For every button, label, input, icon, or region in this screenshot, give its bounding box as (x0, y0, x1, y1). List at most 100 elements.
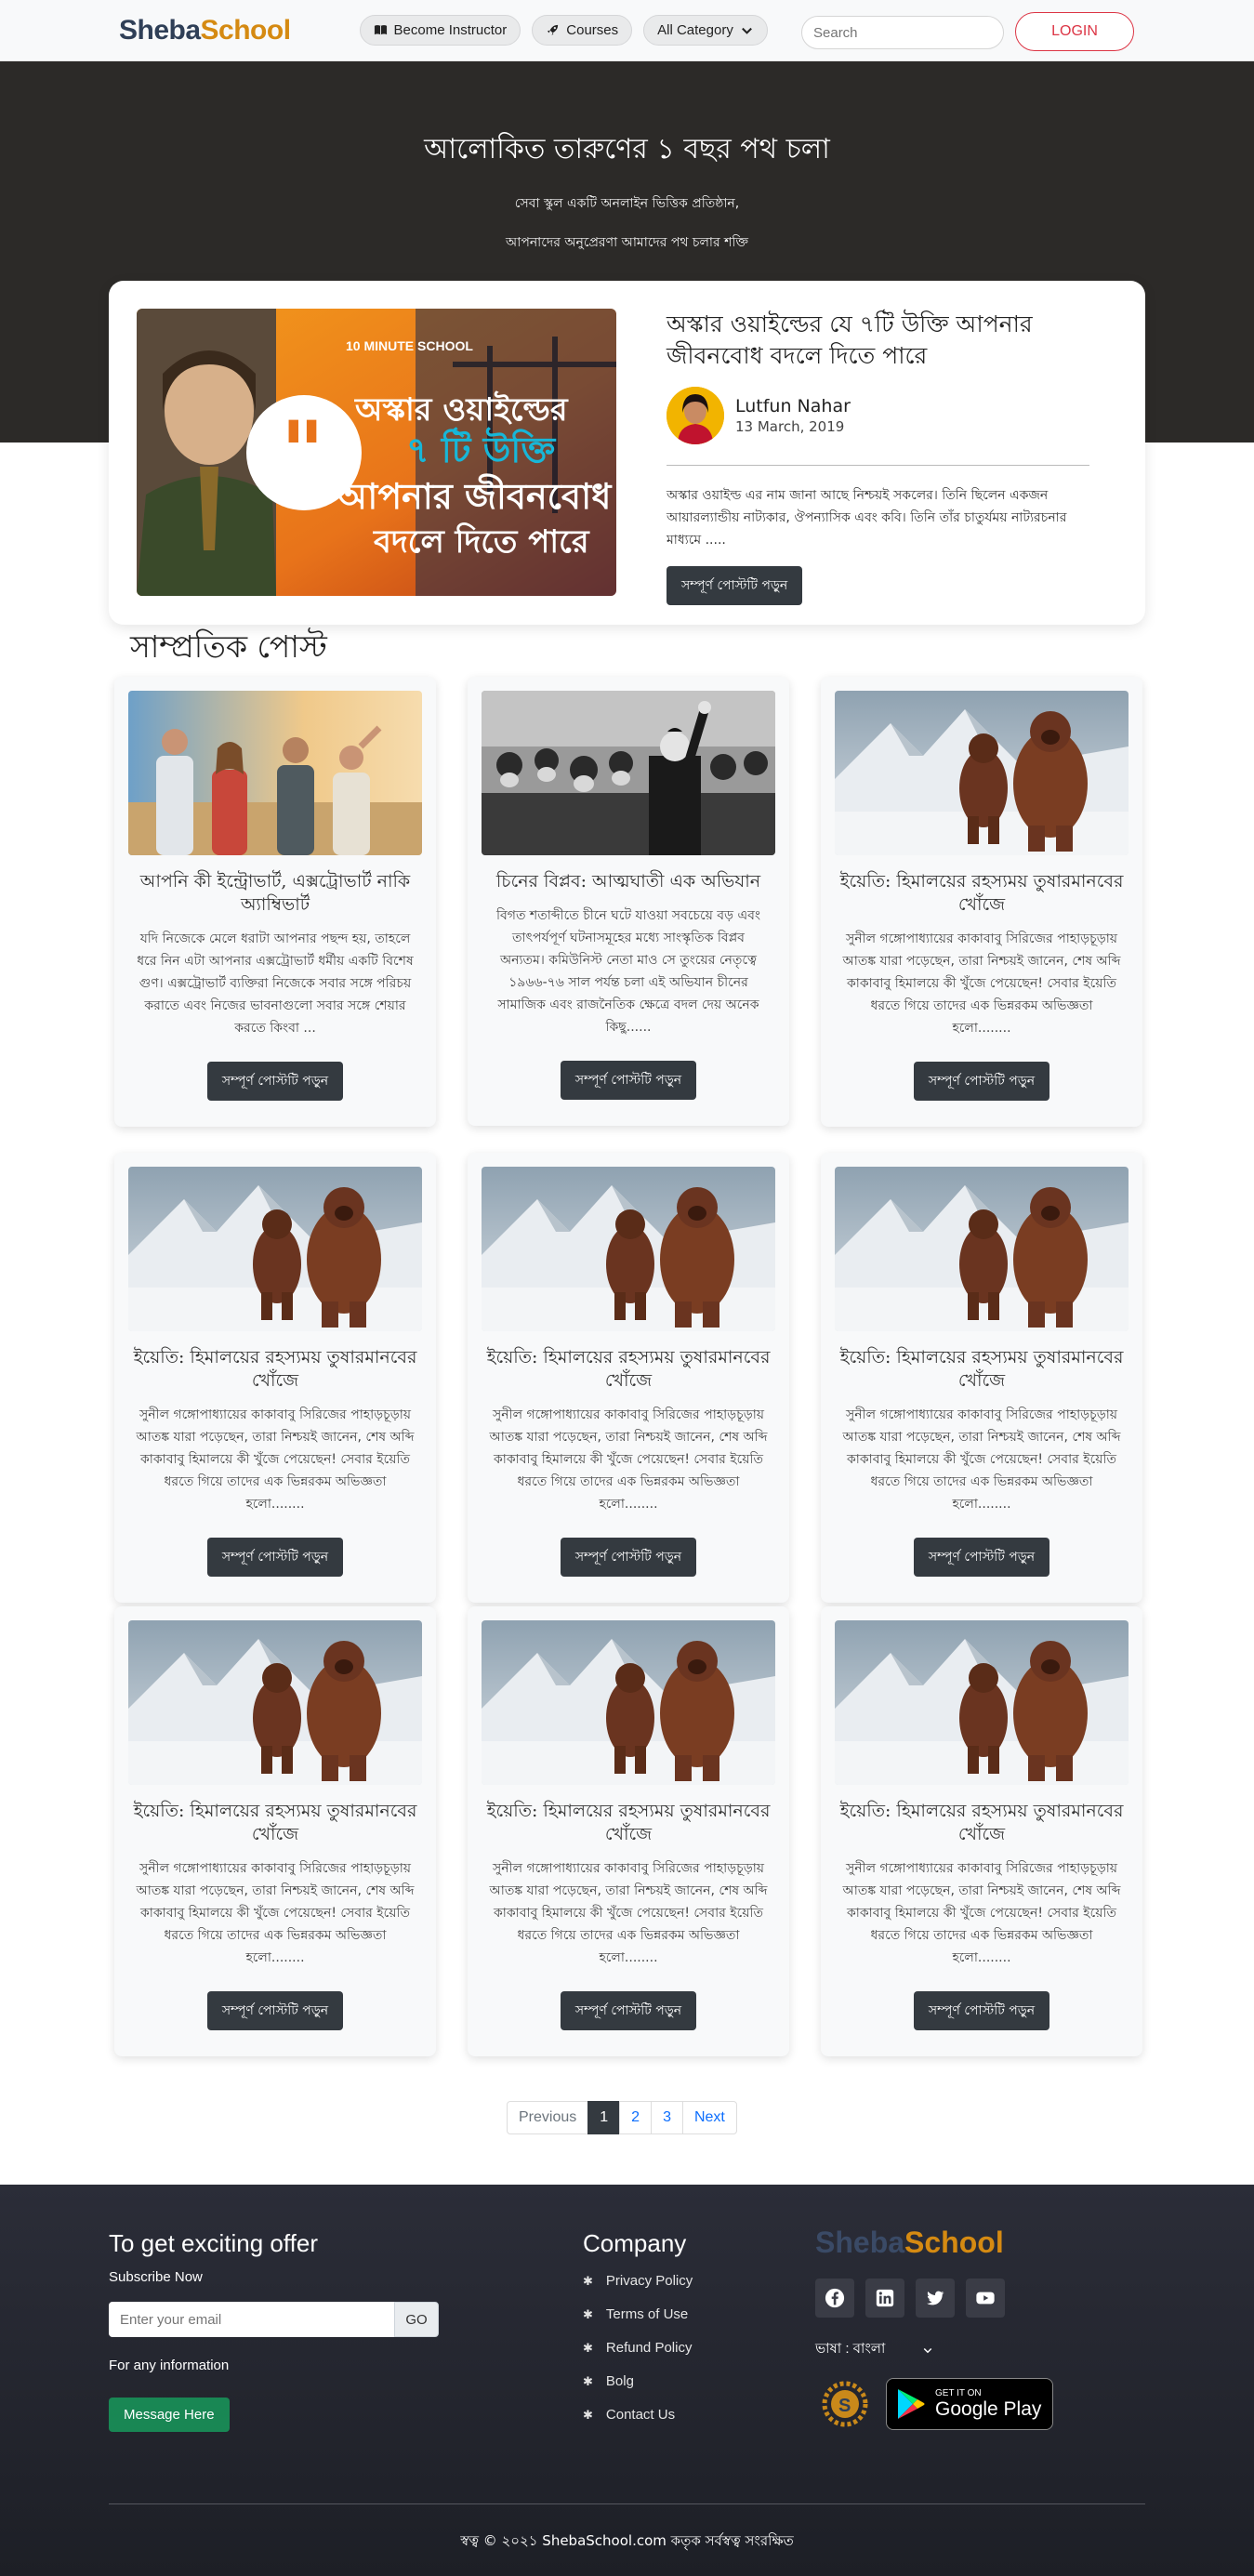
become-instructor-button[interactable]: Become Instructor (359, 15, 521, 46)
post-excerpt: যদি নিজেকে মেলে ধরাটা আপনার পছন্দ হয়, ত… (137, 931, 414, 1036)
company-title: Company (583, 2229, 687, 2257)
subscribe-form: GO (109, 2302, 439, 2337)
post-author: Lutfun Nahar 13 March, 2019 (667, 387, 1089, 444)
post-title[interactable]: ইয়েতি: হিমালয়ের রহস্যময় তুষারমানবের খ… (128, 1346, 422, 1393)
post-image[interactable] (482, 1167, 775, 1331)
pagination: Previous 1 2 3 Next (507, 2101, 737, 2134)
language-selector[interactable]: ভাষা : বাংলা (815, 2338, 1053, 2361)
post-excerpt: বিগত শতাব্দীতে চীনে ঘটে যাওয়া সবচেয়ে ব… (496, 908, 760, 1035)
read-full-post-button[interactable]: সম্পূর্ণ পোস্টটি পড়ুন (667, 566, 803, 605)
read-full-post-button[interactable]: সম্পূর্ণ পোস্টটি পড়ুন (913, 1538, 1050, 1577)
social-links (815, 2279, 1053, 2318)
pagination-page-1[interactable]: 1 (587, 2101, 621, 2134)
featured-post-info: অস্কার ওয়াইল্ডের যে ৭টি উক্তি আপনার জীব… (667, 309, 1089, 605)
hero-title: আলোকিত তারুণের ১ বছর পথ চলা (424, 133, 830, 165)
post-image[interactable] (482, 691, 775, 855)
featured-post-image[interactable]: " 10 MINUTE SCHOOL অস্কার ওয়াইল্ডের ৭ ট… (137, 309, 616, 596)
post-image[interactable] (128, 1620, 422, 1785)
footer-offer-title: To get exciting offer (109, 2229, 318, 2257)
svg-text:10 MINUTE SCHOOL: 10 MINUTE SCHOOL (346, 338, 473, 353)
facebook-icon[interactable] (815, 2279, 854, 2318)
youtube-icon[interactable] (966, 2279, 1005, 2318)
site-logo[interactable]: ShebaSchool (119, 15, 291, 46)
footer-company: Company ✱ Privacy Policy ✱ Terms of Use ✱ R… (583, 2229, 693, 2440)
hero-subtitle-1: সেবা স্কুল একটি অনলাইন ভিত্তিক প্রতিষ্ঠা… (514, 196, 740, 211)
post-title[interactable]: ইয়েতি: হিমালয়ের রহস্যময় তুষারমানবের খ… (482, 1800, 775, 1846)
copyright: স্বত্ব © ২০২১ ShebaSchool.com কতৃক সর্বস… (460, 2532, 794, 2549)
pagination-previous[interactable]: Previous (507, 2101, 589, 2134)
post-title[interactable]: ইয়েতি: হিমালয়ের রহস্যময় তুষারমানবের খ… (835, 1800, 1129, 1846)
search-box (801, 16, 1004, 49)
svg-text:৭ টি উক্তি: ৭ টি উক্তি (406, 427, 556, 470)
post-image[interactable] (835, 691, 1129, 855)
star-icon: ✱ (583, 2306, 593, 2321)
post-card: ইয়েতি: হিমালয়ের রহস্যময় তুষারমানবের খ… (114, 1606, 436, 2056)
courses-button[interactable]: Courses (532, 15, 633, 46)
hero-subtitle-2: আপনাদের অনুপ্রেরণা আমাদের পথ চলার শক্তি (505, 235, 748, 250)
read-full-post-button[interactable]: সম্পূর্ণ পোস্টটি পড়ুন (206, 1538, 344, 1577)
read-full-post-button[interactable]: সম্পূর্ণ পোস্টটি পড়ুন (560, 1991, 697, 2030)
footer-subscribe: To get exciting offer Subscribe Now GO F… (109, 2229, 439, 2432)
divider (667, 465, 1089, 466)
login-button[interactable]: LOGIN (1015, 12, 1134, 51)
featured-post-title[interactable]: অস্কার ওয়াইল্ডের যে ৭টি উক্তি আপনার জীব… (667, 309, 1089, 372)
pagination-next[interactable]: Next (681, 2101, 737, 2134)
google-play-button[interactable]: GET IT ON Google Play (886, 2378, 1053, 2430)
footer-link-contact-us[interactable]: ✱ Contact Us (583, 2407, 693, 2423)
footer-logo[interactable]: ShebaSchool (815, 2226, 1053, 2260)
post-card: ইয়েতি: হিমালয়ের রহস্যময় তুষারমানবের খ… (468, 1606, 789, 2056)
post-title[interactable]: ইয়েতি: হিমালয়ের রহস্যময় তুষারমানবের খ… (482, 1346, 775, 1393)
post-image[interactable] (482, 1620, 775, 1785)
read-full-post-button[interactable]: সম্পূর্ণ পোস্টটি পড়ুন (560, 1061, 697, 1100)
post-excerpt: সুনীল গঙ্গোপাধ্যায়ের কাকাবাবু সিরিজের প… (489, 1407, 768, 1512)
post-excerpt: সুনীল গঙ্গোপাধ্যায়ের কাকাবাবু সিরিজের প… (489, 1861, 768, 1965)
read-full-post-button[interactable]: সম্পূর্ণ পোস্টটি পড়ুন (206, 1062, 344, 1101)
post-title[interactable]: আপনি কী ইন্ট্রোভার্ট, এক্সট্রোভার্ট নাকি… (128, 870, 422, 917)
post-image[interactable] (128, 1167, 422, 1331)
post-image[interactable] (835, 1620, 1129, 1785)
subscribe-go-button[interactable]: GO (394, 2302, 439, 2337)
footer-link-privacy-policy[interactable]: ✱ Privacy Policy (583, 2273, 693, 2289)
post-title[interactable]: ইয়েতি: হিমালয়ের রহস্যময় তুষারমানবের খ… (835, 1346, 1129, 1393)
post-card: ইয়েতি: হিমালয়ের রহস্যময় তুষারমানবের খ… (821, 1153, 1142, 1603)
twitter-icon[interactable] (916, 2279, 955, 2318)
post-excerpt: সুনীল গঙ্গোপাধ্যায়ের কাকাবাবু সিরিজের প… (136, 1861, 415, 1965)
post-excerpt: সুনীল গঙ্গোপাধ্যায়ের কাকাবাবু সিরিজের প… (842, 931, 1121, 1036)
read-full-post-button[interactable]: সম্পূর্ণ পোস্টটি পড়ুন (913, 1062, 1050, 1101)
star-icon: ✱ (583, 2340, 593, 2355)
search-input[interactable] (813, 24, 998, 41)
footer-link-blog[interactable]: ✱ Bolg (583, 2373, 693, 2389)
footer-link-terms-of-use[interactable]: ✱ Terms of Use (583, 2306, 693, 2322)
svg-text:S: S (838, 2396, 851, 2416)
all-category-dropdown[interactable]: All Category (643, 15, 768, 46)
read-full-post-button[interactable]: সম্পূর্ণ পোস্টটি পড়ুন (206, 1991, 344, 2030)
sheba-app-icon[interactable]: S (815, 2374, 875, 2434)
post-title[interactable]: ইয়েতি: হিমালয়ের রহস্যময় তুষারমানবের খ… (835, 870, 1129, 917)
svg-text:": " (281, 403, 324, 501)
company-links: ✱ Privacy Policy ✱ Terms of Use ✱ Refund Po… (583, 2273, 693, 2423)
post-excerpt: সুনীল গঙ্গোপাধ্যায়ের কাকাবাবু সিরিজের প… (842, 1407, 1121, 1512)
pagination-page-2[interactable]: 2 (619, 2101, 653, 2134)
chevron-down-icon (741, 27, 752, 34)
message-here-button[interactable]: Message Here (109, 2398, 230, 2432)
footer-link-refund-policy[interactable]: ✱ Refund Policy (583, 2340, 693, 2356)
footer-brand: ShebaSchool ভাষা : বাংলা S GET IT ON Goo… (815, 2226, 1053, 2434)
post-title[interactable]: চিনের বিপ্লব: আত্মঘাতী এক অভিযান (482, 870, 775, 893)
navbar: ShebaSchool Become Instructor Courses Al… (0, 0, 1254, 61)
book-icon (374, 25, 387, 35)
star-icon: ✱ (583, 2373, 593, 2388)
email-field[interactable] (109, 2302, 394, 2337)
post-image[interactable] (835, 1167, 1129, 1331)
post-card: আপনি কী ইন্ট্রোভার্ট, এক্সট্রোভার্ট নাকি… (114, 677, 436, 1127)
read-full-post-button[interactable]: সম্পূর্ণ পোস্টটি পড়ুন (913, 1991, 1050, 2030)
read-full-post-button[interactable]: সম্পূর্ণ পোস্টটি পড়ুন (560, 1538, 697, 1577)
post-card: ইয়েতি: হিমালয়ের রহস্যময় তুষারমানবের খ… (821, 1606, 1142, 2056)
post-title[interactable]: ইয়েতি: হিমালয়ের রহস্যময় তুষারমানবের খ… (128, 1800, 422, 1846)
linkedin-icon[interactable] (865, 2279, 904, 2318)
author-name[interactable]: Lutfun Nahar (735, 396, 851, 416)
avatar (667, 387, 724, 444)
post-image[interactable] (128, 691, 422, 855)
featured-post-excerpt: অস্কার ওয়াইল্ড এর নাম জানা আছে নিশ্চয়ই… (667, 488, 1067, 548)
pagination-page-3[interactable]: 3 (651, 2101, 683, 2134)
post-date: 13 March, 2019 (735, 418, 845, 435)
